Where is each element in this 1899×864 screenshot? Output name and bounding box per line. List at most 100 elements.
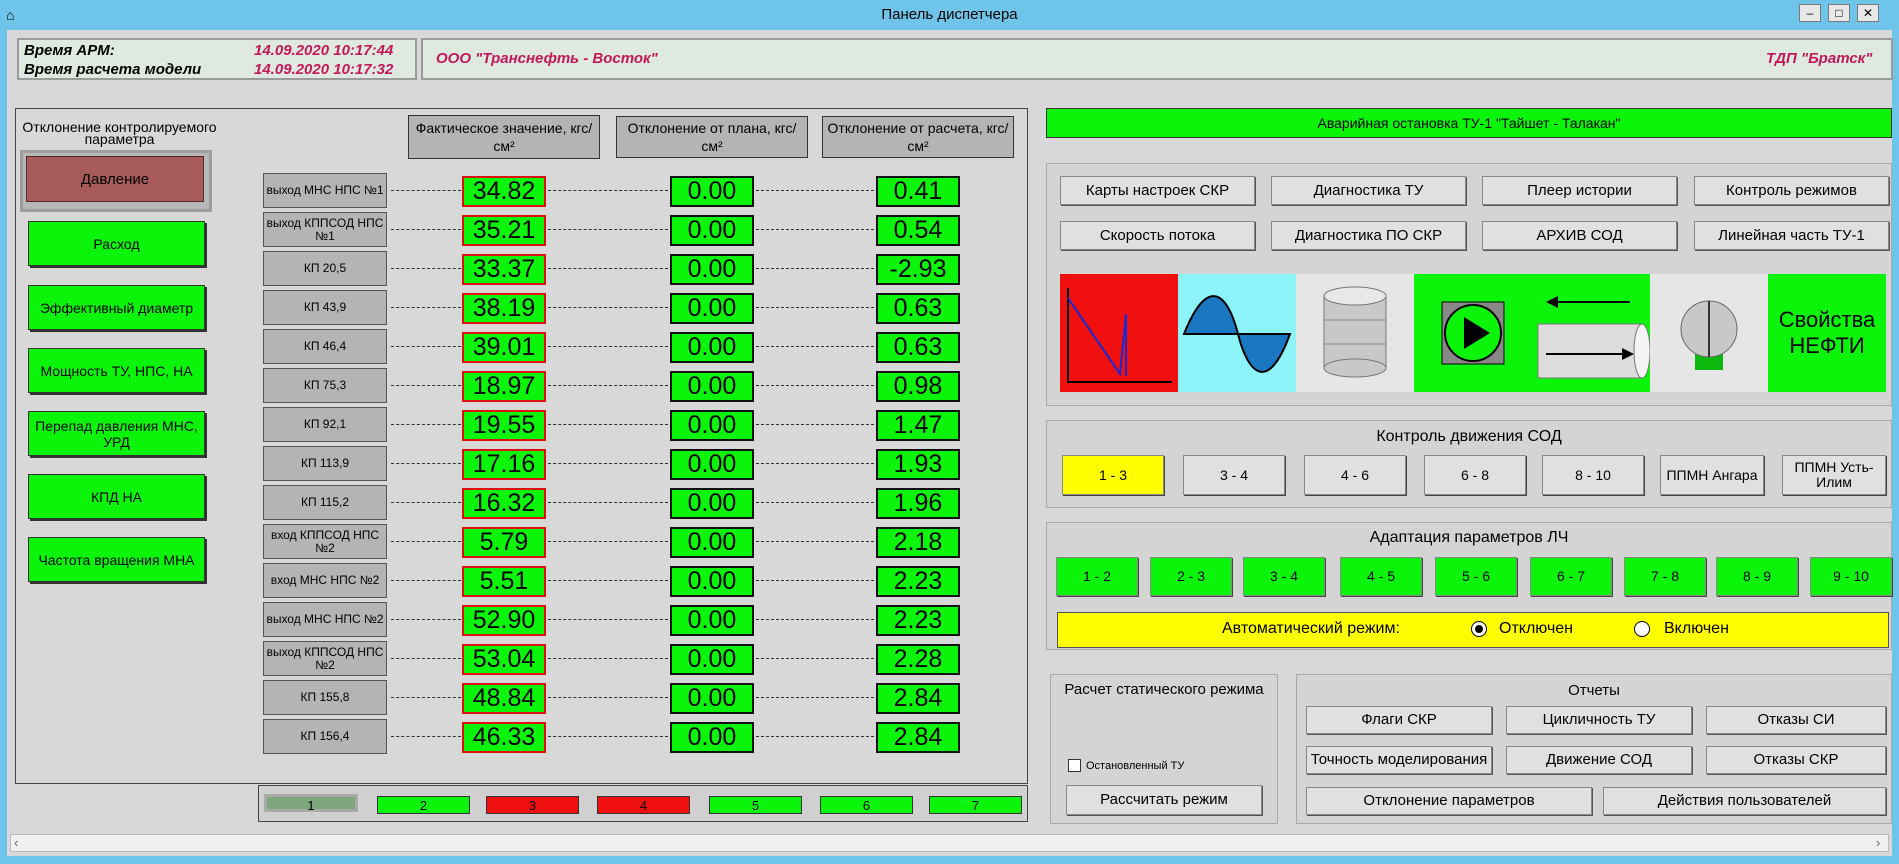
page-button-4[interactable]: 4 — [597, 796, 690, 814]
scroll-right-icon[interactable]: › — [1876, 835, 1880, 850]
nav-button[interactable]: Карты настроек СКР — [1060, 176, 1255, 205]
row-leader — [548, 580, 668, 581]
adapt-button-3[interactable]: 4 - 5 — [1340, 557, 1422, 596]
row-leader — [391, 580, 461, 581]
row-leader — [391, 190, 461, 191]
pump-tile[interactable] — [1414, 274, 1532, 392]
nav-button[interactable]: Скорость потока — [1060, 221, 1255, 250]
report-button[interactable]: Отклонение параметров — [1306, 787, 1592, 815]
calculate-mode-button[interactable]: Рассчитать режим — [1066, 785, 1262, 815]
adapt-button-2[interactable]: 3 - 4 — [1243, 557, 1325, 596]
stopped-tu-checkbox[interactable] — [1068, 759, 1081, 772]
model-time-value: 14.09.2020 10:17:32 — [254, 61, 394, 78]
nav-button[interactable]: Линейная часть ТУ-1 — [1694, 221, 1889, 250]
company-name: ООО "Транснефть - Восток" — [436, 50, 658, 67]
page-button-7[interactable]: 7 — [929, 796, 1022, 814]
sod-button-3[interactable]: 6 - 8 — [1424, 455, 1526, 495]
nav-button[interactable]: Диагностика ПО СКР — [1271, 221, 1466, 250]
row-leader — [548, 190, 668, 191]
value-plan: 0.00 — [670, 566, 754, 597]
nav-button[interactable]: Плеер истории — [1482, 176, 1677, 205]
adapt-button-7[interactable]: 8 - 9 — [1716, 557, 1798, 596]
report-button[interactable]: Отказы СКР — [1706, 746, 1886, 774]
model-time-label: Время расчета модели — [24, 61, 202, 78]
row-label: КП 46,4 — [263, 329, 387, 364]
pressure-profile-tile[interactable] — [1060, 274, 1178, 392]
value-fact: 5.51 — [462, 566, 546, 597]
row-leader — [756, 346, 874, 347]
report-button[interactable]: Действия пользователей — [1603, 787, 1886, 815]
row-leader — [756, 697, 874, 698]
report-button[interactable]: Цикличность ТУ — [1506, 706, 1692, 734]
valve-tile[interactable] — [1650, 274, 1768, 392]
scroll-left-icon[interactable]: ‹ — [14, 835, 18, 850]
value-fact: 35.21 — [462, 215, 546, 246]
auto-off-label[interactable]: Отключен — [1499, 620, 1573, 638]
page-button-3[interactable]: 3 — [486, 796, 579, 814]
nav-button[interactable]: Контроль режимов — [1694, 176, 1889, 205]
report-button[interactable]: Движение СОД — [1506, 746, 1692, 774]
sod-button-4[interactable]: 8 - 10 — [1542, 455, 1644, 495]
sod-button-6[interactable]: ППМН Усть-Илим — [1782, 455, 1886, 495]
report-button[interactable]: Точность моделирования — [1306, 746, 1492, 774]
report-button[interactable]: Отказы СИ — [1706, 706, 1886, 734]
page-button-2[interactable]: 2 — [377, 796, 470, 814]
row-leader — [756, 736, 874, 737]
value-calc: 0.98 — [876, 371, 960, 402]
row-label: вход КППСОД НПС №2 — [263, 524, 387, 559]
row-label: КП 92,1 — [263, 407, 387, 442]
minimize-button[interactable]: – — [1799, 4, 1821, 22]
row-leader — [548, 229, 668, 230]
value-calc: 1.96 — [876, 488, 960, 519]
adapt-button-1[interactable]: 2 - 3 — [1150, 557, 1232, 596]
row-leader — [391, 268, 461, 269]
auto-on-radio[interactable] — [1634, 621, 1650, 637]
param-button-efficiency[interactable]: КПД НА — [28, 474, 205, 519]
sod-button-5[interactable]: ППМН Ангара — [1660, 455, 1764, 495]
value-plan: 0.00 — [670, 371, 754, 402]
row-leader — [391, 658, 461, 659]
auto-on-label[interactable]: Включен — [1664, 620, 1729, 638]
wave-tile[interactable] — [1178, 274, 1296, 392]
page-button-1[interactable]: 1 — [264, 794, 358, 813]
value-fact: 19.55 — [462, 410, 546, 441]
adapt-button-0[interactable]: 1 - 2 — [1056, 557, 1138, 596]
adapt-button-4[interactable]: 5 - 6 — [1435, 557, 1517, 596]
nav-button[interactable]: АРХИВ СОД — [1482, 221, 1677, 250]
row-label: выход МНС НПС №1 — [263, 173, 387, 208]
adapt-button-8[interactable]: 9 - 10 — [1810, 557, 1892, 596]
value-fact: 16.32 — [462, 488, 546, 519]
adapt-button-5[interactable]: 6 - 7 — [1530, 557, 1612, 596]
param-button-flow[interactable]: Расход — [28, 221, 205, 266]
database-tile[interactable] — [1296, 274, 1414, 392]
row-label: вход МНС НПС №2 — [263, 563, 387, 598]
auto-off-radio[interactable] — [1471, 621, 1487, 637]
oil-properties-tile[interactable]: Свойства НЕФТИ — [1768, 274, 1886, 392]
report-button[interactable]: Флаги СКР — [1306, 706, 1492, 734]
maximize-button[interactable]: □ — [1828, 4, 1850, 22]
param-button-power[interactable]: Мощность ТУ, НПС, НА — [28, 348, 205, 393]
value-calc: 2.84 — [876, 683, 960, 714]
pump-icon — [1441, 301, 1505, 365]
window-title: Панель диспетчера — [881, 6, 1018, 23]
row-leader — [548, 619, 668, 620]
param-button-pressure-drop[interactable]: Перепад давления МНС, УРД — [28, 411, 205, 456]
value-fact: 17.16 — [462, 449, 546, 480]
param-button-pressure[interactable]: Давление — [26, 156, 204, 202]
close-button[interactable]: ✕ — [1857, 4, 1879, 22]
pipe-flow-tile[interactable] — [1532, 274, 1651, 392]
adapt-button-6[interactable]: 7 - 8 — [1624, 557, 1706, 596]
nav-button[interactable]: Диагностика ТУ — [1271, 176, 1466, 205]
sod-button-1[interactable]: 3 - 4 — [1183, 455, 1285, 495]
page-button-6[interactable]: 6 — [820, 796, 913, 814]
param-button-rotation[interactable]: Частота вращения МНА — [28, 537, 205, 582]
value-plan: 0.00 — [670, 449, 754, 480]
param-button-diameter[interactable]: Эффективный диаметр — [28, 285, 205, 330]
alarm-banner: Аварийная остановка ТУ-1 "Тайшет - Талак… — [1046, 108, 1892, 138]
sod-button-2[interactable]: 4 - 6 — [1304, 455, 1406, 495]
horizontal-scrollbar[interactable] — [10, 834, 1889, 852]
sod-button-0[interactable]: 1 - 3 — [1062, 455, 1164, 495]
row-leader — [756, 541, 874, 542]
page-button-5[interactable]: 5 — [709, 796, 802, 814]
stopped-tu-label[interactable]: Остановленный ТУ — [1086, 760, 1184, 772]
